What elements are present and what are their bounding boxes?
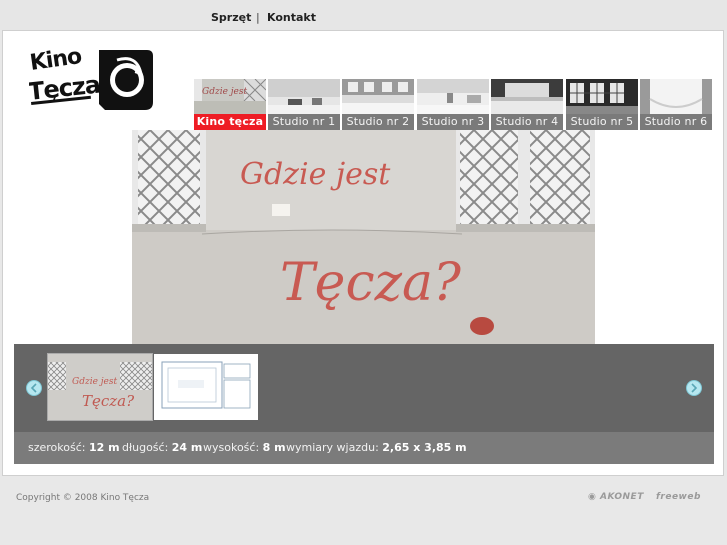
graffiti-line-2: Tęcza? — [280, 253, 462, 313]
dimension-entry-label: wymiary wjazdu: — [286, 441, 379, 454]
dimension-width-value: 12 m — [88, 441, 120, 454]
graffiti-line-1: Gdzie jest — [240, 157, 391, 192]
tab-thumbnail — [640, 79, 712, 114]
dimension-height: wysokość: 8 m — [203, 432, 286, 464]
main-photo: Gdzie jest Tęcza? — [132, 130, 595, 344]
top-navigation: Sprzęt | Kontakt — [0, 0, 727, 30]
nav-link-sprzet[interactable]: Sprzęt — [211, 11, 251, 24]
tab-label: Kino tęcza — [194, 114, 266, 130]
tab-thumbnail: Gdzie jest — [194, 79, 266, 114]
tab-thumbnail — [268, 79, 340, 114]
footer-freeweb-logo[interactable]: freeweb — [656, 492, 701, 502]
tab-studio-6[interactable]: Studio nr 6 — [640, 79, 712, 130]
dimension-height-label: wysokość: — [203, 441, 260, 454]
nav-link-kontakt[interactable]: Kontakt — [267, 11, 316, 24]
tab-label: Studio nr 3 — [417, 114, 489, 130]
dimension-height-value: 8 m — [262, 441, 286, 454]
dimensions-bar: szerokość: 12 m długość: 24 m wysokość: … — [14, 432, 714, 464]
tab-kino-tecza[interactable]: Gdzie jest Kino tęcza — [194, 79, 266, 130]
tab-thumbnail — [491, 79, 563, 114]
tab-studio-3[interactable]: Studio nr 3 — [417, 79, 489, 130]
tab-label: Studio nr 2 — [342, 114, 414, 130]
nav-separator: | — [256, 11, 260, 24]
tab-label: Studio nr 1 — [268, 114, 340, 130]
svg-text:Gdzie jest: Gdzie jest — [72, 377, 117, 387]
svg-text:Tęcza?: Tęcza? — [82, 392, 135, 410]
tab-studio-2[interactable]: Studio nr 2 — [342, 79, 414, 130]
svg-text:Kino: Kino — [29, 44, 84, 76]
tab-label: Studio nr 6 — [640, 114, 712, 130]
footer-akonet-logo[interactable]: ◉ AKONET — [588, 492, 644, 502]
tab-thumbnail — [342, 79, 414, 114]
tab-thumbnail — [566, 79, 638, 114]
dimension-length: długość: 24 m — [122, 432, 202, 464]
tab-label: Studio nr 4 — [491, 114, 563, 130]
gallery-thumb-photo[interactable]: Gdzie jest Tęcza? — [47, 353, 153, 421]
dimension-entry-value: 2,65 x 3,85 m — [382, 441, 467, 454]
kino-tecza-logo[interactable]: Kino Tęcza — [29, 44, 153, 116]
tab-studio-4[interactable]: Studio nr 4 — [491, 79, 563, 130]
gallery-prev-button[interactable] — [26, 380, 42, 396]
gallery-next-button[interactable] — [686, 380, 702, 396]
tab-studio-1[interactable]: Studio nr 1 — [268, 79, 340, 130]
tab-studio-5[interactable]: Studio nr 5 — [566, 79, 638, 130]
dimension-entry: wymiary wjazdu: 2,65 x 3,85 m — [286, 432, 467, 464]
arrow-right-icon — [691, 383, 698, 393]
akonet-label: AKONET — [600, 492, 644, 502]
tab-thumbnail — [417, 79, 489, 114]
dimension-length-value: 24 m — [171, 441, 203, 454]
arrow-left-icon — [30, 383, 37, 393]
svg-text:Gdzie jest: Gdzie jest — [202, 87, 247, 97]
footer-copyright: Copyright © 2008 Kino Tęcza — [16, 493, 150, 503]
gallery-thumb-floorplan[interactable] — [154, 354, 258, 420]
dimension-width: szerokość: 12 m — [28, 432, 120, 464]
dimension-width-label: szerokość: — [28, 441, 86, 454]
dimension-length-label: długość: — [122, 441, 169, 454]
tab-label: Studio nr 5 — [566, 114, 638, 130]
akonet-icon: ◉ — [588, 492, 597, 502]
